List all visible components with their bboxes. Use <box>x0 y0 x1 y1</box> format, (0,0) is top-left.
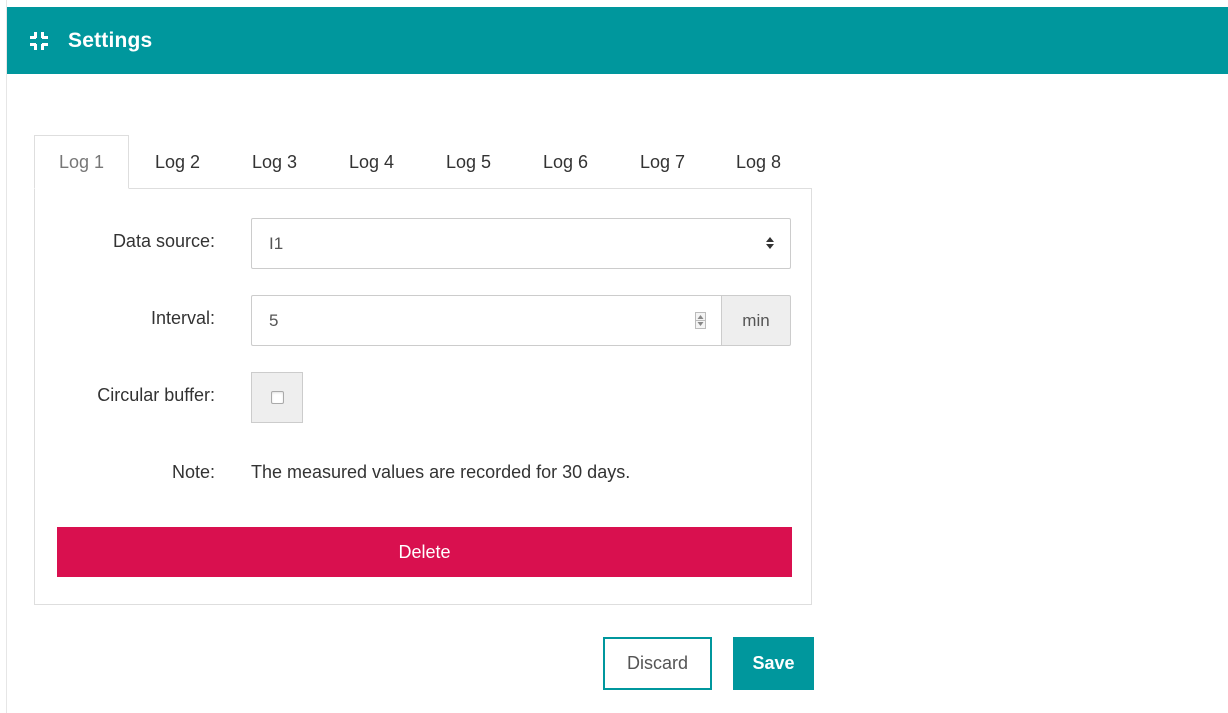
tab-log-3[interactable]: Log 3 <box>226 135 323 189</box>
tab-log-4[interactable]: Log 4 <box>323 135 420 189</box>
left-frame-border <box>0 0 7 713</box>
note-label: Note: <box>171 462 215 482</box>
interval-unit: min <box>721 295 791 346</box>
tab-log-7[interactable]: Log 7 <box>614 135 711 189</box>
interval-value: 5 <box>269 310 279 330</box>
circular-buffer-label: Circular buffer: <box>97 385 215 405</box>
log-settings-panel: Data source: I1 Interval: 5 min Circular… <box>34 188 812 605</box>
tab-log-6[interactable]: Log 6 <box>517 135 614 189</box>
discard-button[interactable]: Discard <box>603 637 712 690</box>
circular-buffer-checkbox[interactable] <box>270 391 284 404</box>
tab-log-2[interactable]: Log 2 <box>129 135 226 189</box>
save-button[interactable]: Save <box>733 637 814 690</box>
data-source-label: Data source: <box>112 231 215 251</box>
collapse-icon[interactable] <box>28 30 50 52</box>
select-arrows-icon <box>766 235 774 251</box>
data-source-value: I1 <box>269 233 284 253</box>
data-source-select[interactable]: I1 <box>251 218 791 269</box>
spinner-icon[interactable] <box>695 312 706 329</box>
settings-header: Settings <box>7 7 1228 74</box>
circular-buffer-addon <box>251 372 303 423</box>
tab-log-8[interactable]: Log 8 <box>711 135 806 189</box>
page-title: Settings <box>68 28 153 52</box>
interval-input[interactable]: 5 <box>251 295 721 346</box>
note-text: The measured values are recorded for 30 … <box>251 462 631 482</box>
log-tabs: Log 1 Log 2 Log 3 Log 4 Log 5 Log 6 Log … <box>34 135 806 189</box>
interval-label: Interval: <box>150 308 215 328</box>
tab-log-1[interactable]: Log 1 <box>34 135 129 189</box>
delete-button[interactable]: Delete <box>57 527 792 577</box>
tab-log-5[interactable]: Log 5 <box>420 135 517 189</box>
